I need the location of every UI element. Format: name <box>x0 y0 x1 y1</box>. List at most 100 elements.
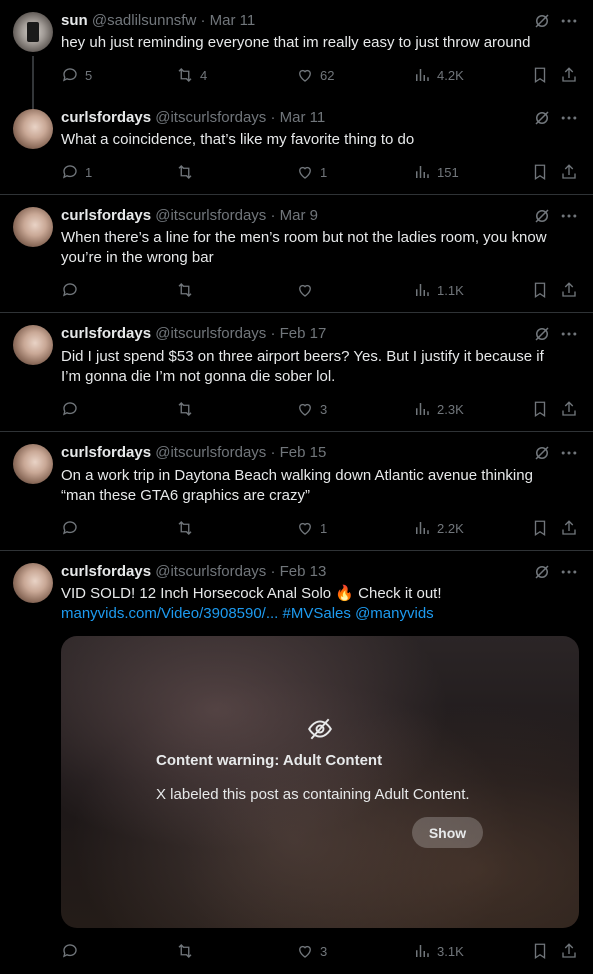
tweet[interactable]: curlsfordays @itscurlsfordays · Mar 9 Wh… <box>0 195 593 313</box>
tweet-date[interactable]: · Mar 11 <box>200 12 255 29</box>
tweet-text: What a coincidence, that’s like my favor… <box>61 131 415 148</box>
tweet-links: manyvids.com/Video/3908590/... #MVSales … <box>61 604 577 624</box>
media-blurred[interactable]: Content warning: Adult Content X labeled… <box>61 636 579 928</box>
views-button[interactable]: 3.1K <box>413 941 464 961</box>
avatar[interactable] <box>13 12 53 52</box>
hashtag-link[interactable]: #MVSales <box>283 605 351 622</box>
like-button[interactable]: 62 <box>296 65 334 85</box>
reply-button[interactable]: 5 <box>61 65 92 85</box>
reply-button[interactable] <box>61 941 85 961</box>
like-button[interactable]: 3 <box>296 941 327 961</box>
views-button[interactable]: 4.2K <box>413 65 464 85</box>
views-button[interactable]: 151 <box>413 162 459 182</box>
like-icon <box>299 166 311 179</box>
show-button[interactable]: Show <box>412 817 483 848</box>
repost-button[interactable] <box>176 162 200 182</box>
tweet-text-line: “man these GTA6 graphics are crazy” <box>61 487 310 504</box>
content-warning-description: X labeled this post as containing Adult … <box>156 786 470 803</box>
like-button[interactable]: 1 <box>296 162 327 182</box>
share-icon <box>562 164 576 179</box>
bookmark-button[interactable] <box>531 162 549 182</box>
tweet-text: Did I just spend $53 on three airport be… <box>61 347 577 387</box>
tweet[interactable]: curlsfordays @itscurlsfordays · Feb 13 V… <box>0 551 593 974</box>
grok-icon[interactable] <box>533 444 551 462</box>
share-button[interactable] <box>560 280 578 300</box>
like-button[interactable]: 3 <box>296 399 327 419</box>
tweet[interactable]: curlsfordays @itscurlsfordays · Feb 15 O… <box>0 432 593 551</box>
reply-count: 5 <box>85 67 93 83</box>
grok-icon[interactable] <box>533 563 551 581</box>
author-name[interactable]: curlsfordays <box>61 444 151 461</box>
share-button[interactable] <box>560 162 578 182</box>
tweet-date[interactable]: · Feb 13 <box>270 563 326 580</box>
bookmark-button[interactable] <box>531 518 549 538</box>
tweet[interactable]: curlsfordays @itscurlsfordays · Feb 17 D… <box>0 313 593 432</box>
tweet[interactable]: sun @sadlilsunnsfw · Mar 11 hey uh just … <box>0 0 593 114</box>
repost-icon <box>178 521 192 535</box>
grok-icon[interactable] <box>533 207 551 225</box>
grok-icon[interactable] <box>533 325 551 343</box>
share-button[interactable] <box>560 399 578 419</box>
author-handle[interactable]: @sadlilsunnsfw <box>92 12 196 29</box>
avatar[interactable] <box>13 109 53 149</box>
author-name[interactable]: sun <box>61 12 88 29</box>
tweet-date[interactable]: · Feb 15 <box>270 444 326 461</box>
grok-icon[interactable] <box>533 12 551 30</box>
more-icon[interactable] <box>559 11 579 31</box>
bookmark-button[interactable] <box>531 399 549 419</box>
tweet[interactable]: curlsfordays @itscurlsfordays · Mar 11 W… <box>0 97 593 195</box>
author-name[interactable]: curlsfordays <box>61 563 151 580</box>
like-count: 62 <box>320 67 335 83</box>
tweet-date[interactable]: · Mar 9 <box>270 207 318 224</box>
author-handle[interactable]: @itscurlsfordays <box>155 207 266 224</box>
reply-button[interactable] <box>61 280 85 300</box>
bookmark-button[interactable] <box>531 280 549 300</box>
repost-icon <box>178 165 192 179</box>
reply-button[interactable] <box>61 399 85 419</box>
avatar[interactable] <box>13 325 53 365</box>
author-handle[interactable]: @itscurlsfordays <box>155 563 266 580</box>
bookmark-icon <box>534 943 546 960</box>
reply-button[interactable]: 1 <box>61 162 92 182</box>
more-icon[interactable] <box>559 206 579 226</box>
tweet-date[interactable]: · Mar 11 <box>270 109 325 126</box>
views-button[interactable]: 2.2K <box>413 518 464 538</box>
views-button[interactable]: 2.3K <box>413 399 464 419</box>
share-button[interactable] <box>560 518 578 538</box>
tweet-text: On a work trip in Daytona Beach walking … <box>61 466 577 506</box>
grok-icon[interactable] <box>533 109 551 127</box>
repost-button[interactable] <box>176 941 200 961</box>
reply-button[interactable] <box>61 518 85 538</box>
views-count: 3.1K <box>437 943 464 959</box>
mention-link[interactable]: @manyvids <box>355 605 434 622</box>
repost-button[interactable] <box>176 518 200 538</box>
author-handle[interactable]: @itscurlsfordays <box>155 444 266 461</box>
more-icon[interactable] <box>559 108 579 128</box>
avatar[interactable] <box>13 563 53 603</box>
more-icon[interactable] <box>559 562 579 582</box>
like-button[interactable]: 1 <box>296 518 327 538</box>
author-name[interactable]: curlsfordays <box>61 109 151 126</box>
reply-icon <box>62 165 77 179</box>
tweet-date[interactable]: · Feb 17 <box>270 325 326 342</box>
tweet-link[interactable]: manyvids.com/Video/3908590/... <box>61 605 278 622</box>
bookmark-icon <box>534 282 546 299</box>
more-icon[interactable] <box>559 443 579 463</box>
bookmark-button[interactable] <box>531 65 549 85</box>
bookmark-button[interactable] <box>531 941 549 961</box>
repost-button[interactable] <box>176 399 200 419</box>
repost-button[interactable]: 4 <box>176 65 207 85</box>
share-button[interactable] <box>560 941 578 961</box>
views-button[interactable]: 1.1K <box>413 280 464 300</box>
more-icon[interactable] <box>559 324 579 344</box>
share-button[interactable] <box>560 65 578 85</box>
tweet-header: curlsfordays @itscurlsfordays · Feb 13 <box>61 562 533 582</box>
repost-button[interactable] <box>176 280 200 300</box>
author-name[interactable]: curlsfordays <box>61 207 151 224</box>
author-name[interactable]: curlsfordays <box>61 325 151 342</box>
like-button[interactable] <box>296 280 320 300</box>
avatar[interactable] <box>13 444 53 484</box>
author-handle[interactable]: @itscurlsfordays <box>155 109 266 126</box>
author-handle[interactable]: @itscurlsfordays <box>155 325 266 342</box>
avatar[interactable] <box>13 207 53 247</box>
